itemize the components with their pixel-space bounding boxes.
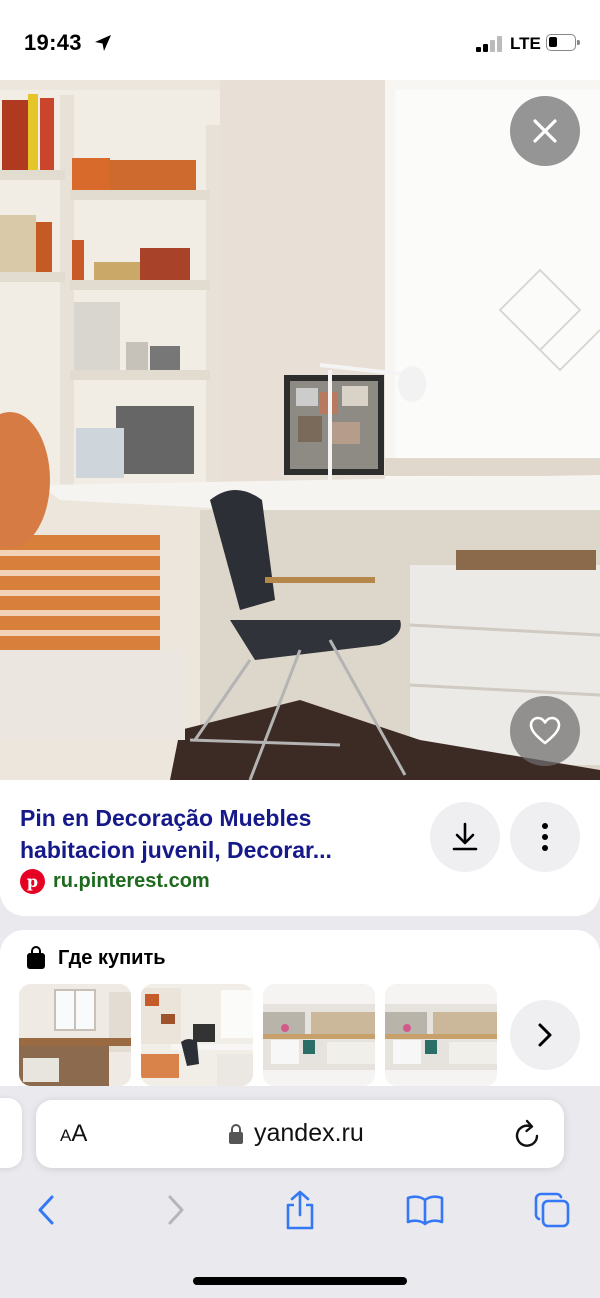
product-thumbnail[interactable] [263,984,375,1086]
tabs-icon [534,1192,570,1228]
home-indicator[interactable] [193,1277,407,1285]
battery-icon [546,34,580,51]
next-products-button[interactable] [510,1000,580,1070]
pin-title[interactable]: Pin en Decoração Muebles habitacion juve… [20,802,420,866]
product-thumbnail[interactable] [385,984,497,1086]
pinterest-logo-icon: p [20,868,45,894]
signal-icon [476,36,504,52]
source-domain[interactable]: ru.pinterest.com [53,870,210,893]
product-thumbnail[interactable] [141,984,253,1086]
forward-icon [168,1195,184,1225]
status-time: 19:43 [24,30,82,55]
product-image [141,984,253,1086]
product-image [385,984,497,1086]
shopping-bag-icon [27,946,45,969]
more-button[interactable] [510,802,580,872]
previous-tab-preview[interactable] [0,1098,22,1168]
address-bar[interactable]: AA yandex.ru [36,1100,564,1168]
bookmarks-icon [406,1195,444,1226]
reload-icon[interactable] [514,1119,542,1149]
product-thumbnail[interactable] [19,984,131,1086]
product-image [19,984,131,1086]
pin-image[interactable] [0,80,600,780]
url-text[interactable]: yandex.ru [254,1119,364,1148]
location-arrow-icon [95,35,111,51]
where-to-buy-header: Где купить [26,946,166,970]
where-to-buy-section: Где купить [0,930,600,1098]
more-vertical-icon [542,823,548,851]
text-size-button[interactable]: AA [60,1120,87,1148]
forward-button[interactable] [154,1188,198,1232]
heart-icon [529,716,561,745]
back-button[interactable] [24,1188,68,1232]
where-to-buy-title: Где купить [58,946,166,969]
lock-icon [229,1124,243,1144]
share-icon [286,1190,314,1230]
close-button[interactable] [510,96,580,166]
network-label: LTE [510,34,541,53]
tabs-button[interactable] [530,1188,574,1232]
status-bar: 19:43 LTE [0,0,600,80]
bookmarks-button[interactable] [403,1188,447,1232]
download-button[interactable] [430,802,500,872]
chevron-right-icon [538,1023,552,1047]
pin-info-card: Pin en Decoração Muebles habitacion juve… [0,780,600,916]
product-image [263,984,375,1086]
source-row[interactable]: p ru.pinterest.com [20,868,210,894]
download-icon [452,822,478,851]
share-button[interactable] [278,1188,322,1232]
room-photo [0,80,600,780]
back-icon [38,1195,54,1225]
close-icon [533,119,557,143]
favorite-button[interactable] [510,696,580,766]
